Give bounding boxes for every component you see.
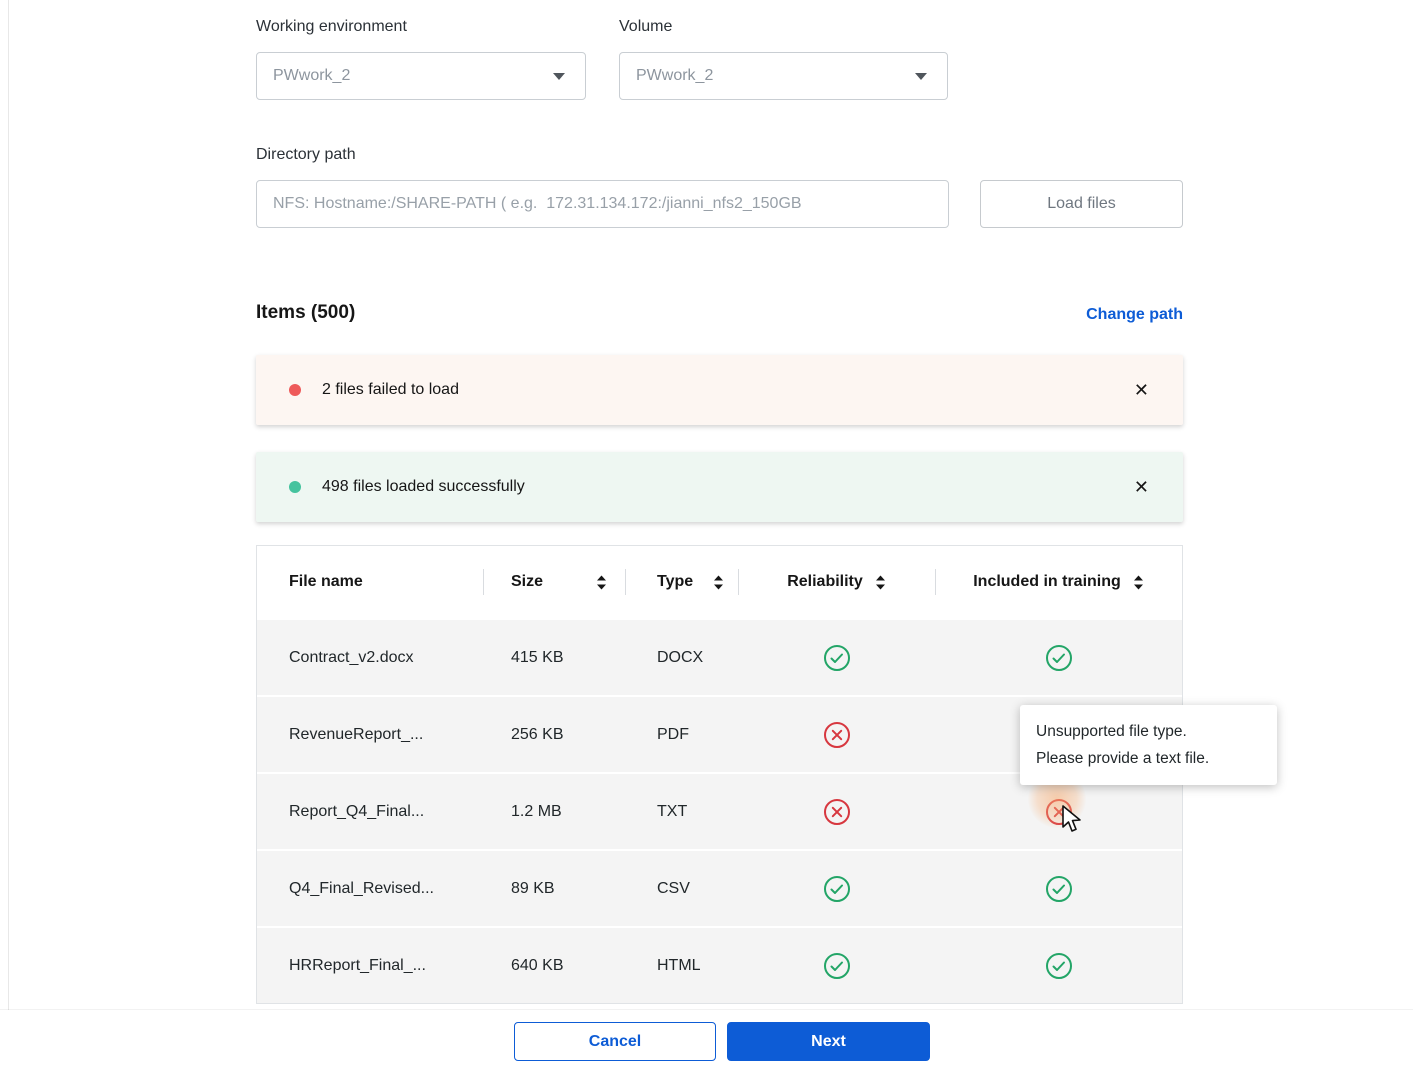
sort-icon[interactable] [1133,575,1144,590]
directory-path-input[interactable] [256,180,949,228]
size-cell: 256 KB [483,697,625,772]
volume-value: PWwork_2 [636,67,713,85]
type-cell: PDF [625,697,738,772]
type-cell: TXT [625,774,738,849]
column-header-reliability[interactable]: Reliability [738,546,935,618]
column-label: File name [289,573,363,591]
check-circle-icon [823,952,851,980]
directory-path-label: Directory path [256,146,356,164]
column-label: Size [511,573,543,591]
load-files-button[interactable]: Load files [980,180,1183,228]
volume-label: Volume [619,18,672,36]
type-cell: DOCX [625,620,738,695]
working-environment-label: Working environment [256,18,407,36]
type-cell: CSV [625,851,738,926]
included-in-training-cell[interactable] [935,620,1182,695]
cross-circle-icon [823,798,851,826]
reliability-cell[interactable] [738,774,935,849]
mouse-cursor [1061,805,1087,840]
column-label: Included in training [973,573,1121,591]
reliability-cell[interactable] [738,697,935,772]
chevron-down-icon [915,73,927,80]
items-count-title: Items (500) [256,302,355,324]
included-in-training-cell[interactable] [935,928,1182,1003]
file-name-cell: Q4_Final_Revised... [257,851,483,926]
working-environment-value: PWwork_2 [273,67,350,85]
close-icon[interactable]: ✕ [1128,375,1155,405]
cancel-button[interactable]: Cancel [514,1022,716,1061]
check-circle-icon [1045,952,1073,980]
working-environment-select[interactable]: PWwork_2 [256,52,586,100]
reliability-cell[interactable] [738,928,935,1003]
error-dot-icon [289,384,301,396]
check-circle-icon [1045,875,1073,903]
reliability-cell[interactable] [738,620,935,695]
check-circle-icon [1045,644,1073,672]
tooltip-line-1: Unsupported file type. [1036,718,1261,745]
file-name-cell: Contract_v2.docx [257,620,483,695]
change-path-link[interactable]: Change path [1086,306,1183,324]
size-cell: 640 KB [483,928,625,1003]
check-circle-icon [823,644,851,672]
table-row: Contract_v2.docx415 KBDOCX [257,618,1182,695]
sort-icon[interactable] [875,575,886,590]
sort-icon[interactable] [713,575,724,590]
cross-circle-icon [823,721,851,749]
file-name-cell: HRReport_Final_... [257,928,483,1003]
error-banner-text: 2 files failed to load [322,381,459,399]
success-dot-icon [289,481,301,493]
column-header-file-name: File name [257,546,483,618]
size-cell: 1.2 MB [483,774,625,849]
close-icon[interactable]: ✕ [1128,472,1155,502]
page: Working environment PWwork_2 Volume PWwo… [0,0,1413,1084]
unsupported-file-tooltip: Unsupported file type. Please provide a … [1020,705,1277,785]
file-name-cell: RevenueReport_... [257,697,483,772]
footer: Cancel Next [0,1010,1413,1084]
chevron-down-icon [553,73,565,80]
table-row: Q4_Final_Revised...89 KBCSV [257,849,1182,926]
table-row: HRReport_Final_...640 KBHTML [257,926,1182,1003]
volume-select[interactable]: PWwork_2 [619,52,948,100]
column-label: Reliability [787,573,863,591]
file-name-cell: Report_Q4_Final... [257,774,483,849]
table-header-row: File name Size Type Reliability Included in … [257,546,1182,618]
column-header-type[interactable]: Type [625,546,738,618]
sort-icon[interactable] [596,575,607,590]
check-circle-icon [823,875,851,903]
error-banner: 2 files failed to load ✕ [256,355,1183,425]
column-header-included-in-training[interactable]: Included in training [935,546,1182,618]
column-label: Type [657,573,693,591]
next-button[interactable]: Next [727,1022,930,1061]
success-banner: 498 files loaded successfully ✕ [256,452,1183,522]
panel-left-edge [8,0,9,1012]
success-banner-text: 498 files loaded successfully [322,478,525,496]
tooltip-line-2: Please provide a text file. [1036,745,1261,772]
type-cell: HTML [625,928,738,1003]
size-cell: 415 KB [483,620,625,695]
reliability-cell[interactable] [738,851,935,926]
column-header-size[interactable]: Size [483,546,625,618]
included-in-training-cell[interactable] [935,851,1182,926]
size-cell: 89 KB [483,851,625,926]
